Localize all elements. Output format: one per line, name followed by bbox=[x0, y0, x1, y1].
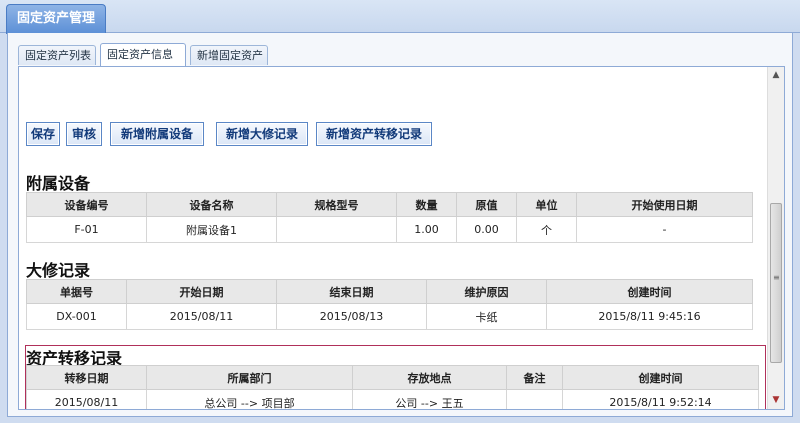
scrollbar-thumb[interactable]: ≡ bbox=[770, 203, 782, 363]
repair-table: 单据号 开始日期 结束日期 维护原因 创建时间 DX-001 2015/08/1… bbox=[26, 279, 753, 330]
table-row[interactable]: F-01 附属设备1 1.00 0.00 个 - bbox=[26, 216, 753, 243]
column-header: 设备名称 bbox=[146, 192, 277, 217]
vertical-scrollbar[interactable]: ▲ ≡ ▼ bbox=[767, 67, 784, 409]
table-cell: 1.00 bbox=[396, 216, 457, 243]
table-cell: 2015/8/11 9:52:14 bbox=[562, 389, 759, 409]
add-repair-button[interactable]: 新增大修记录 bbox=[216, 122, 308, 146]
triangle-up-icon[interactable]: ▲ bbox=[768, 67, 784, 84]
table-cell: 2015/08/11 bbox=[26, 389, 147, 409]
column-header: 原值 bbox=[456, 192, 517, 217]
triangle-down-icon[interactable]: ▼ bbox=[768, 392, 784, 409]
tab-fixed-asset-management[interactable]: 固定资产管理 bbox=[6, 4, 106, 34]
table-cell bbox=[506, 389, 563, 409]
audit-button[interactable]: 审核 bbox=[66, 122, 102, 146]
column-header: 设备编号 bbox=[26, 192, 147, 217]
column-header: 创建时间 bbox=[546, 279, 753, 304]
column-header: 开始使用日期 bbox=[576, 192, 753, 217]
top-tabbar: 固定资产管理 bbox=[0, 0, 800, 34]
add-accessory-button[interactable]: 新增附属设备 bbox=[110, 122, 204, 146]
save-button[interactable]: 保存 bbox=[26, 122, 60, 146]
table-cell: - bbox=[576, 216, 753, 243]
table-cell: 附属设备1 bbox=[146, 216, 277, 243]
table-cell: 公司 --> 王五 bbox=[352, 389, 507, 409]
column-header: 创建时间 bbox=[562, 365, 759, 390]
table-cell: 2015/08/11 bbox=[126, 303, 277, 330]
table-header-row: 单据号 开始日期 结束日期 维护原因 创建时间 bbox=[26, 279, 753, 304]
table-cell: F-01 bbox=[26, 216, 147, 243]
tab-add-asset[interactable]: 新增固定资产 bbox=[190, 45, 268, 65]
grip-icon: ≡ bbox=[773, 273, 780, 282]
repair-section-title: 大修记录 bbox=[26, 261, 91, 280]
main-panel: 固定资产列表 固定资产信息 新增固定资产 保存 审核 新增附属设备 新增大修记录… bbox=[7, 33, 793, 417]
transfer-table: 转移日期 所属部门 存放地点 备注 创建时间 2015/08/11 总公司 --… bbox=[26, 365, 759, 409]
add-transfer-button[interactable]: 新增资产转移记录 bbox=[316, 122, 432, 146]
column-header: 开始日期 bbox=[126, 279, 277, 304]
table-cell: 2015/8/11 9:45:16 bbox=[546, 303, 753, 330]
table-row[interactable]: DX-001 2015/08/11 2015/08/13 卡纸 2015/8/1… bbox=[26, 303, 753, 330]
table-cell: 2015/08/13 bbox=[276, 303, 427, 330]
asset-info-content: 保存 审核 新增附属设备 新增大修记录 新增资产转移记录 附属设备 设备编号 设… bbox=[18, 66, 785, 410]
table-row[interactable]: 2015/08/11 总公司 --> 项目部 公司 --> 王五 2015/8/… bbox=[26, 389, 759, 409]
column-header: 单位 bbox=[516, 192, 577, 217]
accessory-section-title: 附属设备 bbox=[26, 174, 91, 193]
table-cell: 总公司 --> 项目部 bbox=[146, 389, 353, 409]
column-header: 转移日期 bbox=[26, 365, 147, 390]
table-header-row: 转移日期 所属部门 存放地点 备注 创建时间 bbox=[26, 365, 759, 390]
column-header: 结束日期 bbox=[276, 279, 427, 304]
table-cell: 个 bbox=[516, 216, 577, 243]
column-header: 存放地点 bbox=[352, 365, 507, 390]
column-header: 所属部门 bbox=[146, 365, 353, 390]
column-header: 维护原因 bbox=[426, 279, 547, 304]
tab-asset-info[interactable]: 固定资产信息 bbox=[100, 43, 186, 66]
column-header: 备注 bbox=[506, 365, 563, 390]
column-header: 数量 bbox=[396, 192, 457, 217]
table-cell: DX-001 bbox=[26, 303, 127, 330]
column-header: 单据号 bbox=[26, 279, 127, 304]
accessory-table: 设备编号 设备名称 规格型号 数量 原值 单位 开始使用日期 F-01 附属设备… bbox=[26, 192, 753, 243]
table-header-row: 设备编号 设备名称 规格型号 数量 原值 单位 开始使用日期 bbox=[26, 192, 753, 217]
table-cell bbox=[276, 216, 397, 243]
column-header: 规格型号 bbox=[276, 192, 397, 217]
table-cell: 卡纸 bbox=[426, 303, 547, 330]
table-cell: 0.00 bbox=[456, 216, 517, 243]
tab-asset-list[interactable]: 固定资产列表 bbox=[18, 45, 96, 65]
